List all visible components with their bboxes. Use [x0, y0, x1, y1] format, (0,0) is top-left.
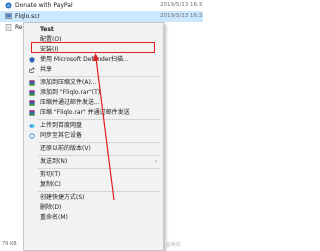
red-arrow-annotation: [92, 53, 115, 201]
